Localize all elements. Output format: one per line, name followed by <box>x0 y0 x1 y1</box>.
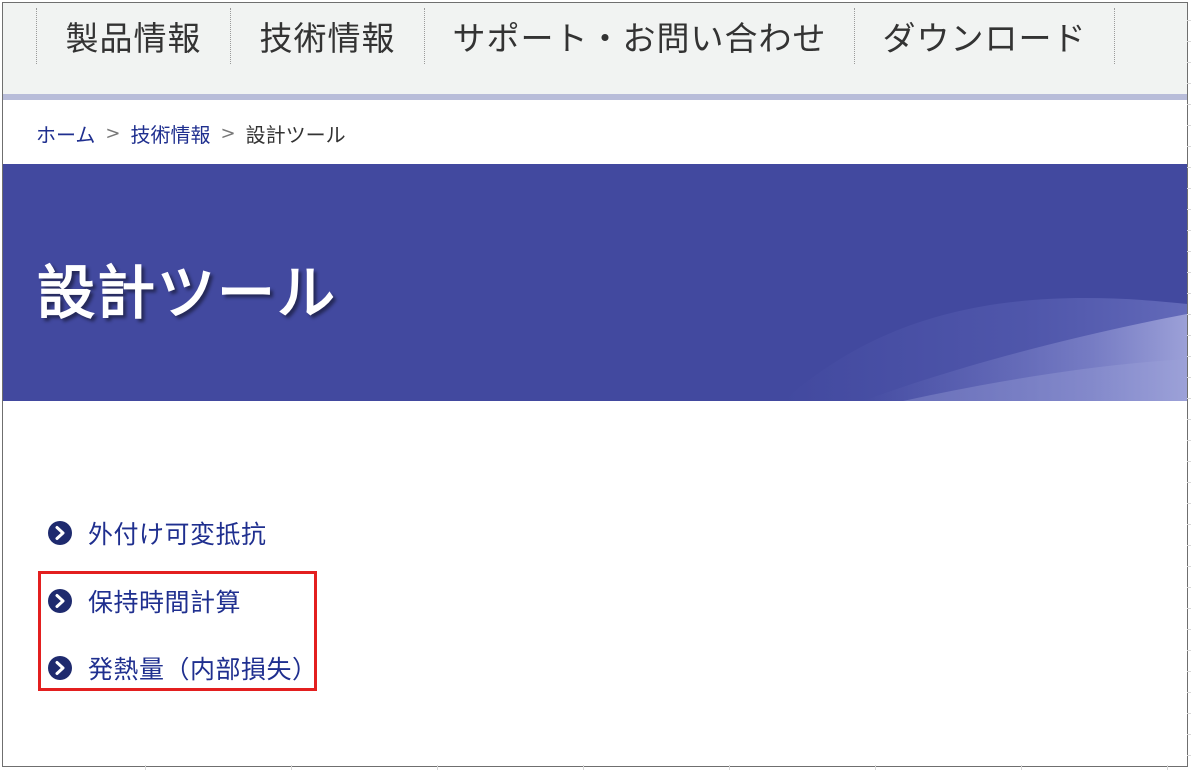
breadcrumb-separator: > <box>105 122 121 144</box>
nav-products[interactable]: 製品情報 <box>37 8 230 64</box>
breadcrumb: ホーム > 技術情報 > 設計ツール <box>36 117 346 149</box>
nav-underline <box>3 94 1187 100</box>
chevron-right-circle-icon <box>48 521 72 545</box>
tool-link-external-variable-resistor[interactable]: 外付け可変抵抗 <box>47 513 267 553</box>
breadcrumb-current: 設計ツール <box>245 122 346 147</box>
nav-technical-info[interactable]: 技術情報 <box>231 8 424 64</box>
nav-support-contact[interactable]: サポート・お問い合わせ <box>425 8 854 64</box>
background-gridlines <box>1187 0 1191 770</box>
nav-separator <box>1114 8 1115 64</box>
nav-download[interactable]: ダウンロード <box>855 8 1114 64</box>
page-title: 設計ツール <box>37 259 338 327</box>
background-gridlines <box>0 765 1191 770</box>
breadcrumb-separator: > <box>220 122 236 144</box>
breadcrumb-technical-info-link[interactable]: 技術情報 <box>131 119 211 148</box>
highlight-annotation-box <box>38 571 317 691</box>
top-navigation: 製品情報 技術情報 サポート・お問い合わせ ダウンロード <box>3 3 1187 94</box>
page-frame: 製品情報 技術情報 サポート・お問い合わせ ダウンロード ホーム > 技術情報 … <box>2 2 1188 767</box>
breadcrumb-home-link[interactable]: ホーム <box>36 119 95 148</box>
page-banner: 設計ツール <box>3 164 1187 401</box>
tool-label: 外付け可変抵抗 <box>88 520 267 549</box>
